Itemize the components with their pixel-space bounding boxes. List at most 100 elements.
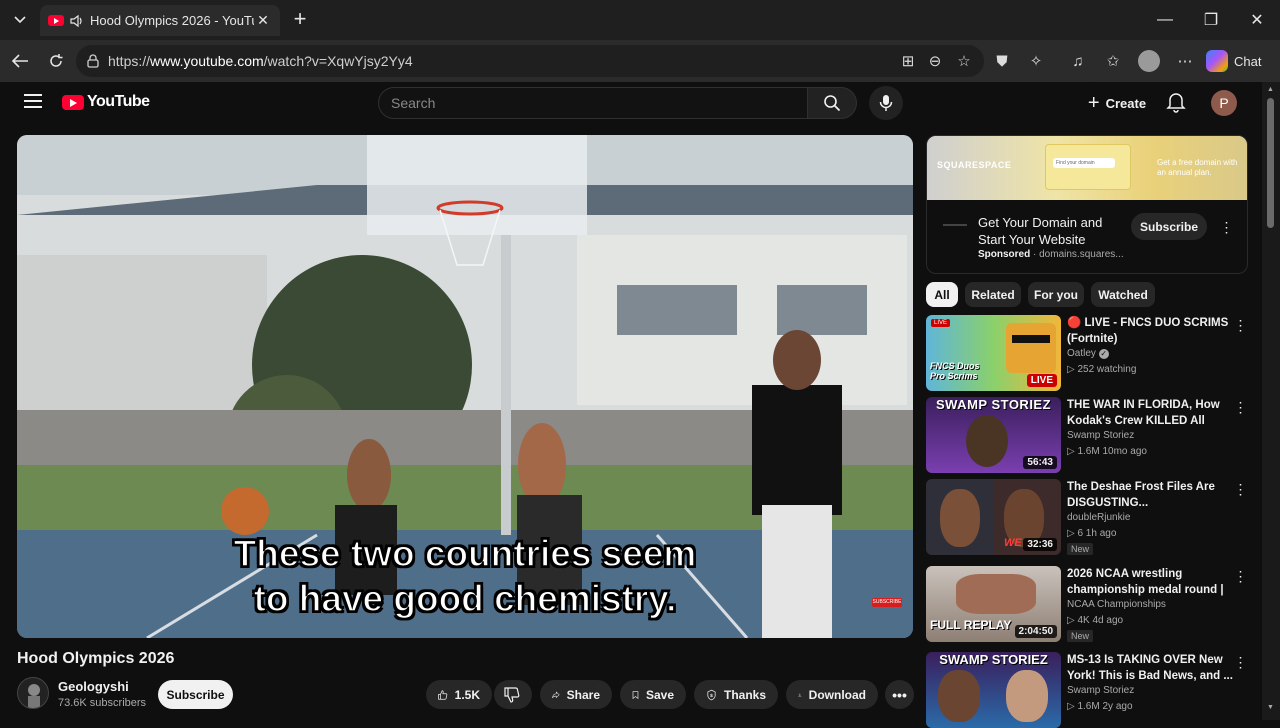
channel-name[interactable]: Geologyshi [58, 679, 129, 694]
extension-shield-icon[interactable]: ⛊ [990, 49, 1014, 73]
tab-actions-menu[interactable] [6, 6, 34, 34]
recommendation-item[interactable]: WE 32:36 The Deshae Frost Files Are DISG… [926, 479, 1248, 555]
recommendation-title[interactable]: MS-13 Is TAKING OVER New York! This is B… [1067, 652, 1235, 684]
channel-avatar-image [28, 684, 40, 708]
verified-icon: ✓ [1098, 349, 1109, 359]
svg-text:$: $ [710, 692, 713, 698]
favorite-star-icon[interactable]: ☆ [952, 49, 976, 73]
chip-watched[interactable]: Watched [1091, 282, 1155, 307]
recommendation-channel[interactable]: Swamp Storiez [1067, 685, 1134, 696]
share-button[interactable]: Share [540, 680, 612, 709]
scroll-up-icon[interactable]: ▲ [1267, 86, 1274, 93]
minimize-button[interactable]: — [1142, 0, 1188, 40]
ad-sponsored-label: Sponsored [978, 249, 1031, 260]
zoom-icon[interactable]: ⊖ [923, 49, 947, 73]
recommendation-channel[interactable]: NCAA Championships [1067, 599, 1166, 610]
recommendation-channel[interactable]: Oatley ✓ [1067, 348, 1109, 359]
ad-domain: domains.squares... [1039, 249, 1124, 260]
refresh-button[interactable] [43, 48, 69, 74]
subscribe-button[interactable]: Subscribe [158, 680, 233, 709]
scrollbar-thumb[interactable] [1267, 98, 1274, 228]
video-thumbnail[interactable]: WE 32:36 [926, 479, 1061, 555]
save-button[interactable]: Save [620, 680, 686, 709]
thumb-text: SWAMP STORIEZ [939, 652, 1048, 667]
scroll-down-icon[interactable]: ▼ [1267, 704, 1274, 711]
new-badge: New [1067, 630, 1094, 642]
recommendation-more-icon[interactable]: ⋮ [1232, 568, 1248, 584]
media-control-icon[interactable]: ♫ [1066, 49, 1090, 73]
app-available-icon[interactable]: ⊞ [896, 49, 920, 73]
ad-banner-image[interactable]: SQUARESPACE Find your domain Get a free … [927, 136, 1247, 200]
create-button[interactable]: + Create [1078, 87, 1156, 119]
search-button[interactable] [807, 87, 857, 119]
menu-icon[interactable] [24, 94, 42, 108]
subscribe-watermark[interactable]: SUBSCRIBE [872, 598, 902, 607]
extensions-icon[interactable]: ✧ [1024, 49, 1048, 73]
site-info-icon[interactable] [86, 54, 100, 68]
video-thumbnail[interactable]: SWAMP STORIEZ 56:43 [926, 397, 1061, 473]
new-tab-button[interactable]: + [288, 8, 312, 32]
sponsored-ad-card[interactable]: SQUARESPACE Find your domain Get a free … [926, 135, 1248, 274]
restore-button[interactable]: ❐ [1188, 0, 1234, 40]
ad-more-icon[interactable]: ⋮ [1218, 219, 1234, 235]
youtube-play-icon [62, 94, 84, 110]
video-thumbnail[interactable]: SWAMP STORIEZ [926, 652, 1061, 728]
recommendation-more-icon[interactable]: ⋮ [1232, 654, 1248, 670]
recommendation-item[interactable]: FULL REPLAY 2:04:50 2026 NCAA wrestling … [926, 566, 1248, 642]
recommendation-more-icon[interactable]: ⋮ [1232, 317, 1248, 333]
channel-avatar[interactable] [17, 677, 49, 709]
recommendation-item[interactable]: SWAMP STORIEZ 56:43 THE WAR IN FLORIDA, … [926, 397, 1248, 473]
download-icon [798, 692, 802, 697]
video-player[interactable]: These two countries seem to have good ch… [17, 135, 913, 638]
ad-title[interactable]: Get Your Domain and Start Your Website [978, 214, 1118, 248]
browser-tab-active[interactable]: Hood Olympics 2026 - YouTube ✕ [40, 5, 280, 36]
account-avatar[interactable]: P [1211, 90, 1237, 116]
recommendation-title[interactable]: 🔴 LIVE - FNCS DUO SCRIMS (Fortnite) [1067, 315, 1235, 347]
like-button[interactable]: 1.5K [426, 680, 492, 709]
recommendation-channel[interactable]: doubleRjunkie [1067, 512, 1130, 523]
recommendation-item[interactable]: SWAMP STORIEZ MS-13 Is TAKING OVER New Y… [926, 652, 1248, 728]
thanks-button[interactable]: $ Thanks [694, 680, 778, 709]
chip-all[interactable]: All [926, 282, 958, 307]
browser-tab-bar: Hood Olympics 2026 - YouTube ✕ + — ❐ ✕ [0, 0, 1280, 40]
ad-domain-field: Find your domain [1053, 158, 1115, 168]
more-actions-button[interactable]: ••• [885, 680, 914, 709]
copilot-chat-button[interactable]: Chat [1206, 48, 1272, 74]
thumb-text: SWAMP STORIEZ [935, 397, 1052, 412]
more-options-icon[interactable]: ⋯ [1173, 49, 1197, 73]
video-thumbnail[interactable]: FULL REPLAY 2:04:50 [926, 566, 1061, 642]
profile-icon[interactable] [1137, 49, 1161, 73]
search-input[interactable]: Search [378, 87, 808, 119]
arrow-left-icon [11, 54, 28, 68]
recommendation-title[interactable]: THE WAR IN FLORIDA, How Kodak's Crew KIL… [1067, 397, 1235, 429]
caption-line-1: These two countries seem [233, 532, 697, 575]
recommendation-title[interactable]: 2026 NCAA wrestling championship medal r… [1067, 566, 1235, 598]
download-button[interactable]: Download [786, 680, 878, 709]
notifications-button[interactable] [1166, 91, 1190, 115]
favorites-icon[interactable]: ✩ [1101, 49, 1125, 73]
youtube-logo[interactable]: YouTube [62, 93, 150, 111]
close-tab-icon[interactable]: ✕ [254, 12, 272, 29]
video-duration: 56:43 [1023, 456, 1057, 469]
super-thanks-icon: $ [707, 689, 716, 700]
recommendation-title[interactable]: The Deshae Frost Files Are DISGUSTING... [1067, 479, 1235, 511]
browser-toolbar: https://www.youtube.com/watch?v=XqwYjsy2… [0, 40, 1280, 82]
recommendation-item[interactable]: LIVE FNCS Duos Pro Scrims LIVE 🔴 LIVE - … [926, 315, 1248, 391]
page-scrollbar[interactable]: ▲ ▼ [1262, 82, 1280, 720]
close-window-button[interactable]: ✕ [1234, 0, 1280, 40]
thumb-live-tag: LIVE [931, 319, 951, 327]
voice-search-button[interactable] [869, 86, 903, 120]
recommendation-more-icon[interactable]: ⋮ [1232, 481, 1248, 497]
bell-icon [1166, 93, 1186, 113]
chip-for-you[interactable]: For you [1028, 282, 1084, 307]
back-button[interactable] [7, 48, 33, 74]
video-thumbnail[interactable]: LIVE FNCS Duos Pro Scrims LIVE [926, 315, 1061, 391]
dislike-button[interactable] [494, 680, 532, 709]
recommendation-channel[interactable]: Swamp Storiez [1067, 430, 1134, 441]
chip-related[interactable]: Related [965, 282, 1021, 307]
speaker-icon[interactable] [70, 14, 84, 28]
thumbs-up-icon [438, 689, 448, 700]
ad-subscribe-button[interactable]: Subscribe [1131, 213, 1207, 240]
recommendation-more-icon[interactable]: ⋮ [1232, 399, 1248, 415]
address-bar[interactable]: https://www.youtube.com/watch?v=XqwYjsy2… [76, 45, 984, 77]
